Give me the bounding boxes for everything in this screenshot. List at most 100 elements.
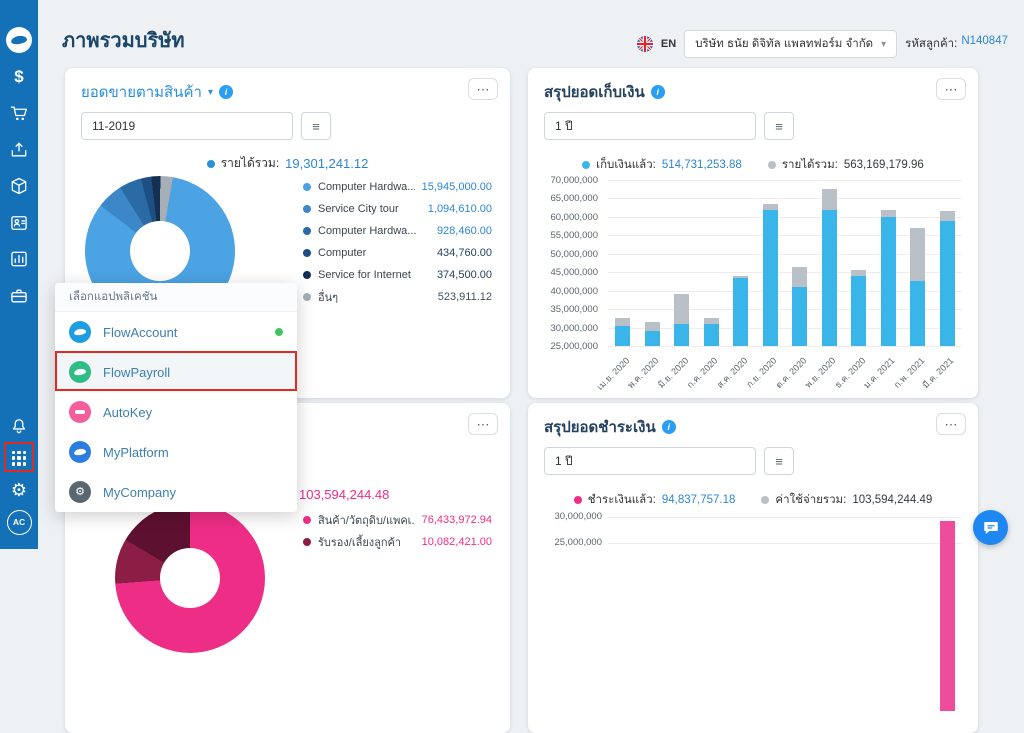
sales-legend: Computer Hardwa... 15,945,000.00 Service… [303,178,492,305]
legend-label: ชำระเงินแล้ว: [587,494,656,506]
legend-value: 76,433,972.94 [421,513,492,526]
legend-item: อื่นๆ 523,911.12 [303,288,492,305]
y-axis-label: 70,000,000 [550,175,598,186]
legend-item: ชำระเงินแล้ว: 94,837,757.18 [573,491,736,509]
app-menu-item-label: MyPlatform [103,444,169,460]
card-title: สรุปยอดชำระเงิน [544,419,656,436]
card-menu-button[interactable]: ⋯ [936,413,966,435]
legend-dot [303,226,311,235]
bar-collected [792,286,808,346]
app-menu-item-flowaccount[interactable]: FlowAccount [55,312,297,352]
gridline [608,290,962,292]
language-label[interactable]: EN [661,38,676,50]
contacts-icon[interactable] [0,209,38,237]
legend-dot [303,270,311,279]
gridline [608,272,962,274]
y-axis-label: 50,000,000 [550,248,598,260]
bar-collected [615,325,631,346]
myplatform-icon [69,441,91,463]
filter-options-button[interactable]: ≡ [764,112,794,140]
y-axis-label: 35,000,000 [550,304,598,316]
company-selector[interactable]: บริษัท ธนัย ดิจิทัล แพลทฟอร์ม จำกัด ▾ [684,30,898,58]
legend-item: ค่าใช้จ่ายรวม: 103,594,244.49 [761,491,932,509]
chat-bubble-icon [983,521,998,534]
y-axis-label: 25,000,000 [554,537,602,548]
expenses-donut-chart [115,503,265,653]
app-switcher-popup: เลือกแอปพลิเคชัน FlowAccount FlowPayroll… [55,283,297,512]
package-icon[interactable] [0,172,38,200]
language-flag-icon[interactable] [636,36,653,52]
y-axis-label: 30,000,000 [554,511,602,522]
chevron-down-icon: ▾ [881,38,887,50]
flowaccount-logo[interactable] [0,26,38,54]
collection-legend: เก็บเงินแล้ว: 514,731,253.88 รายได้รวม: … [528,156,978,174]
app-menu-item-label: FlowAccount [103,324,178,340]
card-menu-button[interactable]: ⋯ [468,413,498,435]
bar-collected [880,216,896,346]
cart-icon[interactable] [0,99,38,127]
legend-label: รับรอง/เลี้ยงลูกค้า [318,536,402,549]
legend-label: เก็บเงินแล้ว: [596,159,656,171]
legend-item: รายได้รวม: 563,169,179.96 [767,156,924,174]
bar-collected [821,209,837,346]
filter-options-button[interactable]: ≡ [764,447,794,475]
y-axis-label: 40,000,000 [550,285,598,297]
info-icon[interactable]: i [650,85,665,99]
bar-collected [910,281,926,346]
legend-label: Service for Internet [318,268,411,281]
app-menu-item-label: MyCompany [103,484,176,500]
period-filter-input[interactable]: 11-2019 [81,112,293,140]
legend-value: 374,500.00 [436,268,492,281]
mycompany-icon: ⚙ [69,481,91,503]
app-menu-item-mycompany[interactable]: ⚙ MyCompany [55,472,297,512]
legend-value: 1,094,610.00 [427,202,492,215]
legend-item: Service for Internet 374,500.00 [303,266,492,283]
customer-code-value: N140847 [961,35,1008,47]
y-axis-label: 30,000,000 [550,322,598,334]
money-icon[interactable]: $ [0,63,38,91]
app-menu-item-label: AutoKey [103,404,153,420]
card-title[interactable]: ยอดขายตามสินค้า [81,80,202,104]
card-title: สรุปยอดเก็บเงิน [544,84,645,101]
filter-options-button[interactable]: ≡ [301,112,331,140]
autokey-icon [69,401,91,423]
legend-item: เก็บเงินแล้ว: 514,731,253.88 [582,156,742,174]
legend-dot [573,496,582,504]
bar-collected [939,220,955,346]
apps-grid-icon[interactable] [0,444,38,472]
legend-dot [303,515,311,524]
app-menu-item-myplatform[interactable]: MyPlatform [55,432,297,472]
card-menu-button[interactable]: ⋯ [936,78,966,100]
account-avatar[interactable]: AC [0,508,38,536]
info-icon[interactable]: i [218,85,233,99]
reports-icon[interactable] [0,245,38,273]
info-icon[interactable]: i [661,420,676,434]
briefcase-icon[interactable] [0,282,38,310]
gridline [608,216,962,218]
payments-legend: ชำระเงินแล้ว: 94,837,757.18 ค่าใช้จ่ายรว… [528,491,978,509]
gear-icon[interactable]: ⚙ [0,476,38,504]
gridline [608,253,962,255]
legend-item: Service City tour 1,094,610.00 [303,200,492,217]
chevron-down-icon[interactable]: ▾ [208,87,213,98]
bell-icon[interactable] [0,412,38,440]
collection-bar-chart: 70,000,000 65,000,000 60,000,000 55,000,000… [540,175,970,392]
chat-launcher-button[interactable] [973,510,1008,545]
tray-icon[interactable] [0,136,38,164]
period-filter-input[interactable]: 1 ปี [544,447,756,475]
period-filter-input[interactable]: 1 ปี [544,112,756,140]
bar-paid [940,521,955,711]
app-menu-item-flowpayroll[interactable]: FlowPayroll [55,352,297,392]
legend-value: 434,760.00 [436,246,492,259]
app-menu-item-autokey[interactable]: AutoKey [55,392,297,432]
legend-label: รายได้รวม: [781,159,838,171]
payment-bar-chart: 30,000,000 25,000,000 [540,511,970,731]
total-value: 19,301,241.12 [285,156,369,171]
legend-value: 928,460.00 [436,224,492,237]
plot-area: เม.ย. 2020 พ.ค. 2020 มิ.ย. 2020 ก.ค. 2020 ส.… [595,180,962,392]
legend-value: 94,837,757.18 [661,494,736,506]
total-label: รายได้รวม: [220,156,280,170]
donut-hole [160,548,220,608]
card-menu-button[interactable]: ⋯ [468,78,498,100]
legend-dot [582,161,591,169]
